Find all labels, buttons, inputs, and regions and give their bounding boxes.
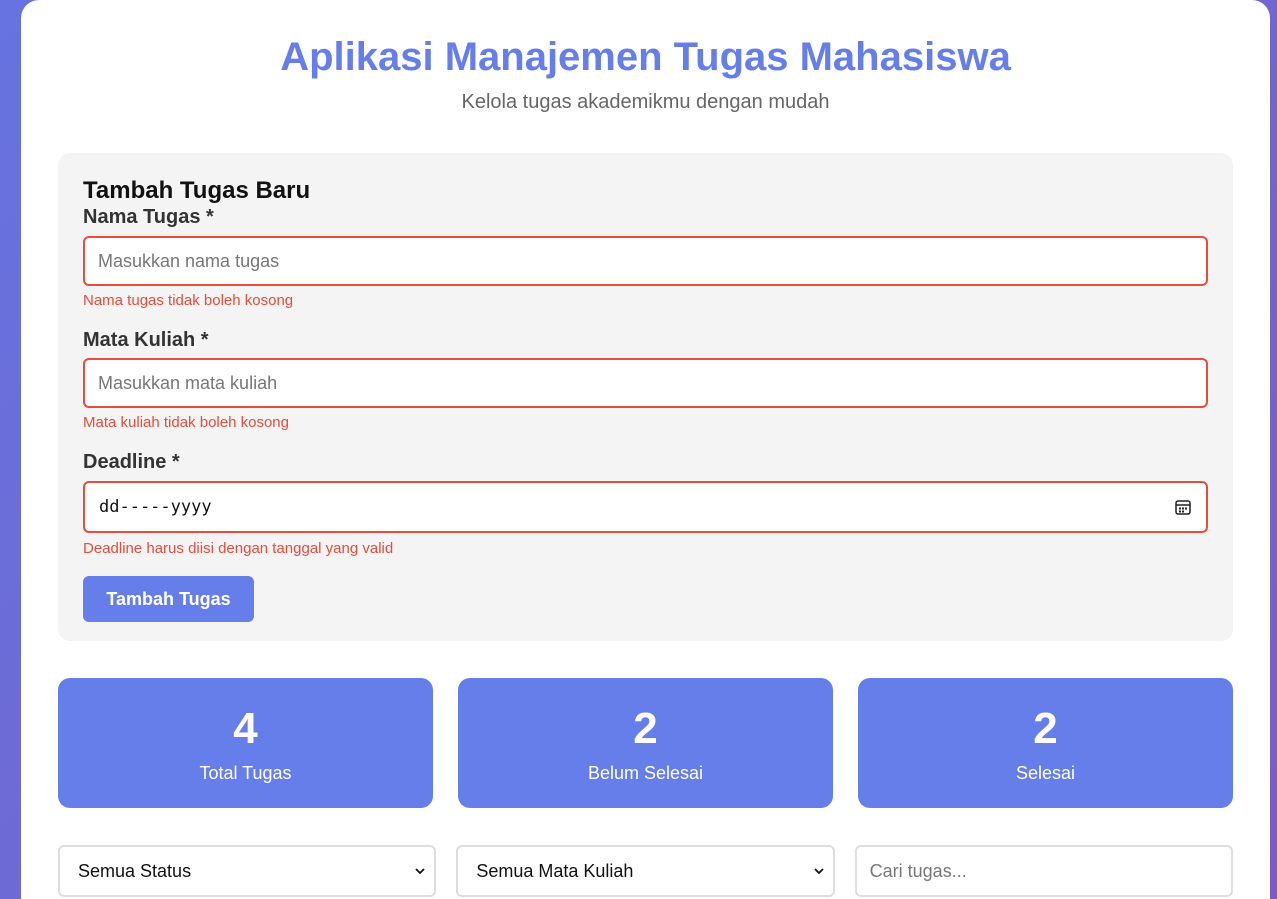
page-title: Aplikasi Manajemen Tugas Mahasiswa [280,35,1011,79]
deadline-value: dd-----yyyy [99,497,212,517]
deadline-input[interactable]: dd-----yyyy [83,481,1208,533]
status-filter-select[interactable]: Semua Status [58,845,437,897]
stats-row: 4 Total Tugas 2 Belum Selesai 2 Selesai [58,678,1233,808]
status-filter-value: Semua Status [78,860,192,881]
task-name-error: Nama tugas tidak boleh kosong [83,292,294,309]
calendar-icon[interactable] [1174,498,1192,516]
course-label: Mata Kuliah * [83,329,209,351]
chevron-down-icon [415,868,425,875]
filter-bar: Semua Status Semua Mata Kuliah [58,845,1233,897]
stat-total: 4 Total Tugas [58,678,433,808]
course-input[interactable] [83,358,1208,408]
task-name-label: Nama Tugas * [83,206,214,228]
page-subtitle: Kelola tugas akademikmu dengan mudah [461,91,830,113]
stat-pending-label: Belum Selesai [587,763,704,783]
course-filter-select[interactable]: Semua Mata Kuliah [456,845,835,897]
stat-total-label: Total Tugas [199,763,292,783]
deadline-error: Deadline harus diisi dengan tanggal yang… [83,540,394,557]
stat-total-value: 4 [233,704,258,753]
search-input[interactable] [854,845,1233,897]
task-name-input[interactable] [83,236,1208,286]
add-task-button[interactable]: Tambah Tugas [83,576,254,622]
stat-pending: 2 Belum Selesai [458,678,833,808]
stat-done-value: 2 [1033,704,1058,753]
add-task-form: Tambah Tugas Baru Nama Tugas * Nama tuga… [58,153,1233,641]
form-title: Tambah Tugas Baru [83,177,311,204]
main-container: Aplikasi Manajemen Tugas Mahasiswa Kelol… [21,0,1270,899]
course-filter-value: Semua Mata Kuliah [476,860,634,881]
course-error: Mata kuliah tidak boleh kosong [83,414,289,431]
header: Aplikasi Manajemen Tugas Mahasiswa Kelol… [21,0,1270,114]
deadline-label: Deadline * [83,451,180,473]
stat-done: 2 Selesai [858,678,1233,808]
stat-pending-value: 2 [633,704,658,753]
chevron-down-icon [814,868,824,875]
stat-done-label: Selesai [1015,763,1076,783]
